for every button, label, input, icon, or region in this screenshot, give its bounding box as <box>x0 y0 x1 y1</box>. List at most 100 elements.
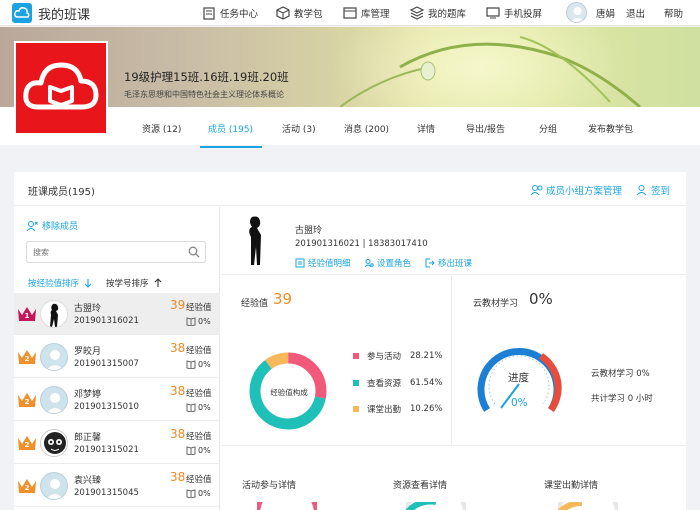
member-row[interactable]: 2 郎正馨 201901315021 38 经验值 0% <box>14 422 220 464</box>
book-pct: 0% <box>198 360 211 369</box>
member-score: 38 <box>170 427 186 441</box>
user-avatar[interactable] <box>566 2 587 23</box>
score-label: 经验值 <box>186 346 212 356</box>
nav-question-bank[interactable]: 我的题库 <box>410 0 466 26</box>
member-name: 郎正馨 <box>74 433 102 443</box>
app-title: 我的班课 <box>38 7 91 23</box>
set-role-link[interactable]: 设置角色 <box>364 257 411 269</box>
screen-cast-icon <box>486 7 500 19</box>
member-name: 邓梦婷 <box>74 390 102 400</box>
book-pct: 0% <box>198 446 211 455</box>
list-icon <box>295 258 305 268</box>
member-score: 38 <box>170 470 186 484</box>
course-title: 19级护理15班.16班.19班.20班 <box>124 70 289 84</box>
book-pct: 0% <box>198 489 211 498</box>
sort-by-id[interactable]: 按学号排序 <box>106 277 163 289</box>
profile-name: 古盟玲 <box>295 226 323 236</box>
member-avatar <box>40 429 68 457</box>
tab-resources[interactable]: 资源 (12) <box>142 120 181 148</box>
user-name-text: 唐娟 <box>596 9 616 20</box>
legend-swatch <box>353 380 359 386</box>
rank-number: 2 <box>24 398 30 406</box>
cloud-title: 云教材学习 <box>473 299 519 309</box>
member-row[interactable]: 1 古盟玲 201901316021 39 经验值 0% <box>14 293 220 335</box>
app-logo[interactable]: 我的班课 <box>12 3 90 23</box>
task-icon <box>203 7 215 20</box>
tab-members[interactable]: 成员 (195) <box>200 120 262 148</box>
member-row[interactable]: 2 袁兴臻 201901315045 38 经验值 0% <box>14 465 220 507</box>
user-gear-icon <box>364 259 374 268</box>
member-profile: 古盟玲 201901316021 | 18383017410 经验值明细 设置角… <box>221 207 686 275</box>
members-title: 班课成员(195) <box>28 187 95 198</box>
arrow-down-icon <box>84 279 92 288</box>
remove-from-class-link[interactable]: 移出班课 <box>425 257 472 269</box>
tab-export-report[interactable]: 导出/报告 <box>466 120 505 148</box>
group-icon <box>530 185 543 196</box>
tab-groups[interactable]: 分组 <box>539 120 557 148</box>
profile-id-phone: 201901316021 | 18383017410 <box>295 239 428 249</box>
sort-by-exp[interactable]: 按经验值排序 <box>28 277 93 289</box>
remove-user-icon <box>26 220 38 231</box>
legend-label: 课堂出勤 <box>367 405 402 415</box>
remove-member-link[interactable]: 移除成员 <box>26 219 78 232</box>
nav-label: 手机投屏 <box>504 9 543 20</box>
exp-detail-link[interactable]: 经验值明细 <box>295 257 351 269</box>
member-id: 201901315021 <box>74 445 139 455</box>
legend-label: 查看资源 <box>367 379 402 389</box>
legend-swatch <box>353 353 359 359</box>
logout-link[interactable]: 退出 <box>626 0 645 26</box>
tab-publish-package[interactable]: 发布教学包 <box>588 120 633 148</box>
top-nav-bar: 我的班课 任务中心 教学包 库管理 我的题库 手机投屏 唐娟 退出 帮助 <box>0 0 700 26</box>
member-name: 罗皎月 <box>74 347 102 357</box>
nav-screen-cast[interactable]: 手机投屏 <box>486 0 542 26</box>
cloud-logo-icon <box>12 3 32 23</box>
user-name[interactable]: 唐娟 <box>596 0 615 26</box>
rank-number: 1 <box>24 312 30 320</box>
sign-in-link[interactable]: 签到 <box>636 183 670 197</box>
help-link[interactable]: 帮助 <box>664 0 683 26</box>
nav-teaching-package[interactable]: 教学包 <box>276 0 323 26</box>
cloud-value: 0% <box>529 290 553 308</box>
library-icon <box>343 7 357 19</box>
activity-detail-title: 活动参与详情 <box>242 481 297 491</box>
tab-details[interactable]: 详情 <box>417 120 435 148</box>
crown-icon: 2 <box>16 390 38 410</box>
tab-activities[interactable]: 活动 (3) <box>282 120 316 148</box>
member-row[interactable]: 2 邓梦婷 201901315010 38 经验值 0% <box>14 379 220 421</box>
legend-swatch <box>353 406 359 412</box>
cloud-stat-progress: 云教材学习 0% <box>591 369 650 379</box>
nav-task-center[interactable]: 任务中心 <box>202 0 258 26</box>
book-pct: 0% <box>198 317 211 326</box>
member-book-progress: 0% <box>186 403 211 412</box>
resource-detail-title: 资源查看详情 <box>393 481 448 491</box>
member-id: 201901315010 <box>74 402 139 412</box>
cloud-book-panel: 云教材学习 0% 进度 0% 云教材学习 0% 共计学习 0 小时 <box>453 276 686 446</box>
member-avatar <box>40 386 68 414</box>
score-label: 经验值 <box>186 303 212 313</box>
crown-icon: 2 <box>16 347 38 367</box>
package-icon <box>276 6 290 20</box>
score-label: 经验值 <box>186 432 212 442</box>
tab-messages[interactable]: 消息 (200) <box>344 120 389 148</box>
set-role-text: 设置角色 <box>377 259 412 269</box>
book-icon <box>186 360 196 369</box>
help-text: 帮助 <box>664 9 684 20</box>
search-input[interactable] <box>33 245 183 259</box>
legend-pct: 28.21% <box>410 351 443 361</box>
member-book-progress: 0% <box>186 360 211 369</box>
group-plan-link[interactable]: 成员小组方案管理 <box>530 183 622 197</box>
person-icon <box>636 185 647 196</box>
search-icon[interactable] <box>188 246 200 258</box>
exit-icon <box>425 258 435 268</box>
nav-library[interactable]: 库管理 <box>343 0 390 26</box>
member-search <box>26 241 206 263</box>
cloud-book-icon <box>23 62 99 110</box>
crown-icon: 2 <box>16 433 38 453</box>
member-row[interactable]: 2 罗皎月 201901315007 38 经验值 0% <box>14 336 220 378</box>
course-subtitle: 毛泽东思想和中国特色社会主义理论体系概论 <box>124 90 284 99</box>
member-score: 39 <box>170 298 186 312</box>
legend-activity: 参与活动 28.21% <box>353 350 442 362</box>
legend-label: 参与活动 <box>367 352 402 362</box>
member-list-panel: 移除成员 按经验值排序 按学号排序 1 古盟玲 201901316021 39 <box>14 207 220 510</box>
member-score: 38 <box>170 341 186 355</box>
